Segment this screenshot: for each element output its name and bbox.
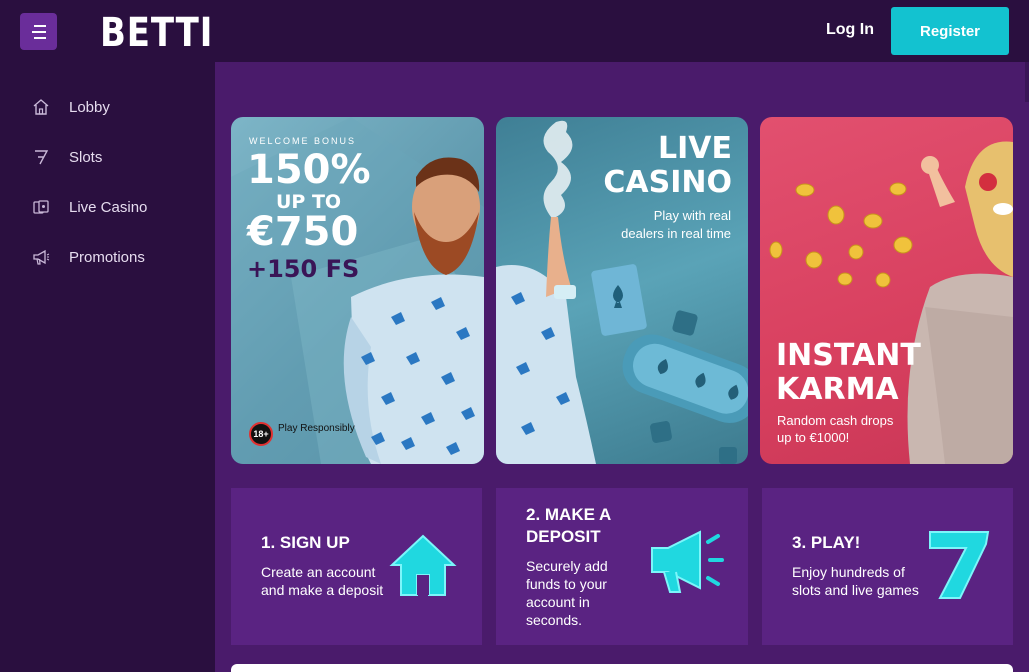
hamburger-icon bbox=[31, 24, 46, 39]
seven-neon-icon bbox=[929, 531, 990, 599]
register-button[interactable]: Register bbox=[891, 7, 1009, 55]
megaphone-icon bbox=[32, 248, 50, 266]
play-responsibly-text: Play Responsibly bbox=[278, 423, 355, 434]
live-casino-title: LIVE CASINO bbox=[603, 131, 732, 200]
step-description: Securely add funds to your account in se… bbox=[526, 558, 608, 628]
sidebar-item-label: Slots bbox=[69, 148, 103, 166]
bonus-amount: €750 bbox=[247, 209, 359, 255]
welcome-bonus-banner[interactable]: WELCOME BONUS 150% UP TO €750 +150 FS 18… bbox=[231, 117, 484, 464]
login-link[interactable]: Log In bbox=[826, 21, 874, 39]
brand-logo[interactable]: BETTI bbox=[100, 10, 213, 56]
home-icon bbox=[32, 98, 50, 116]
bonus-percent: 150% bbox=[247, 147, 371, 193]
sidebar-item-label: Live Casino bbox=[69, 198, 148, 216]
live-casino-banner[interactable]: LIVE CASINO Play with real dealers in re… bbox=[496, 117, 748, 464]
content-card bbox=[231, 664, 1013, 672]
step-title: 3. PLAY! bbox=[792, 533, 861, 552]
megaphone-neon-icon bbox=[651, 530, 724, 593]
seven-icon bbox=[32, 148, 50, 166]
top-bar: BETTI Log In Register bbox=[0, 0, 1029, 62]
sidebar-item-label: Lobby bbox=[69, 98, 110, 116]
sidebar-item-slots[interactable]: Slots bbox=[32, 145, 202, 169]
age-badge: 18+ bbox=[249, 422, 273, 446]
cards-icon bbox=[32, 198, 50, 216]
step-description: Enjoy hundreds of slots and live games bbox=[792, 564, 919, 598]
step-sign-up-card: 1. SIGN UP Create an account and make a … bbox=[231, 488, 482, 645]
step-title: 2. MAKE A DEPOSIT bbox=[526, 505, 612, 546]
menu-button[interactable] bbox=[20, 13, 57, 50]
bonus-kicker: WELCOME BONUS bbox=[249, 136, 357, 146]
house-neon-icon bbox=[389, 534, 457, 596]
sidebar-item-label: Promotions bbox=[69, 248, 145, 266]
scrollbar[interactable] bbox=[1025, 62, 1029, 102]
live-casino-subtitle: Play with real dealers in real time bbox=[621, 208, 731, 241]
instant-karma-title: INSTANT KARMA bbox=[776, 338, 921, 407]
bonus-free-spins: +150 FS bbox=[247, 255, 360, 283]
step-deposit-card: 2. MAKE A DEPOSIT Securely add funds to … bbox=[496, 488, 748, 645]
sidebar-item-lobby[interactable]: Lobby bbox=[32, 95, 202, 119]
step-title: 1. SIGN UP bbox=[261, 533, 350, 552]
sidebar-item-promotions[interactable]: Promotions bbox=[32, 245, 202, 269]
instant-karma-banner[interactable]: INSTANT KARMA Random cash drops up to €1… bbox=[760, 117, 1013, 464]
sidebar: Lobby Slots Live Casino Promotions bbox=[0, 62, 215, 672]
step-description: Create an account and make a deposit bbox=[261, 564, 384, 598]
step-play-card: 3. PLAY! Enjoy hundreds of slots and liv… bbox=[762, 488, 1013, 645]
sidebar-item-live-casino[interactable]: Live Casino bbox=[32, 195, 202, 219]
instant-karma-subtitle: Random cash drops up to €1000! bbox=[777, 413, 894, 445]
